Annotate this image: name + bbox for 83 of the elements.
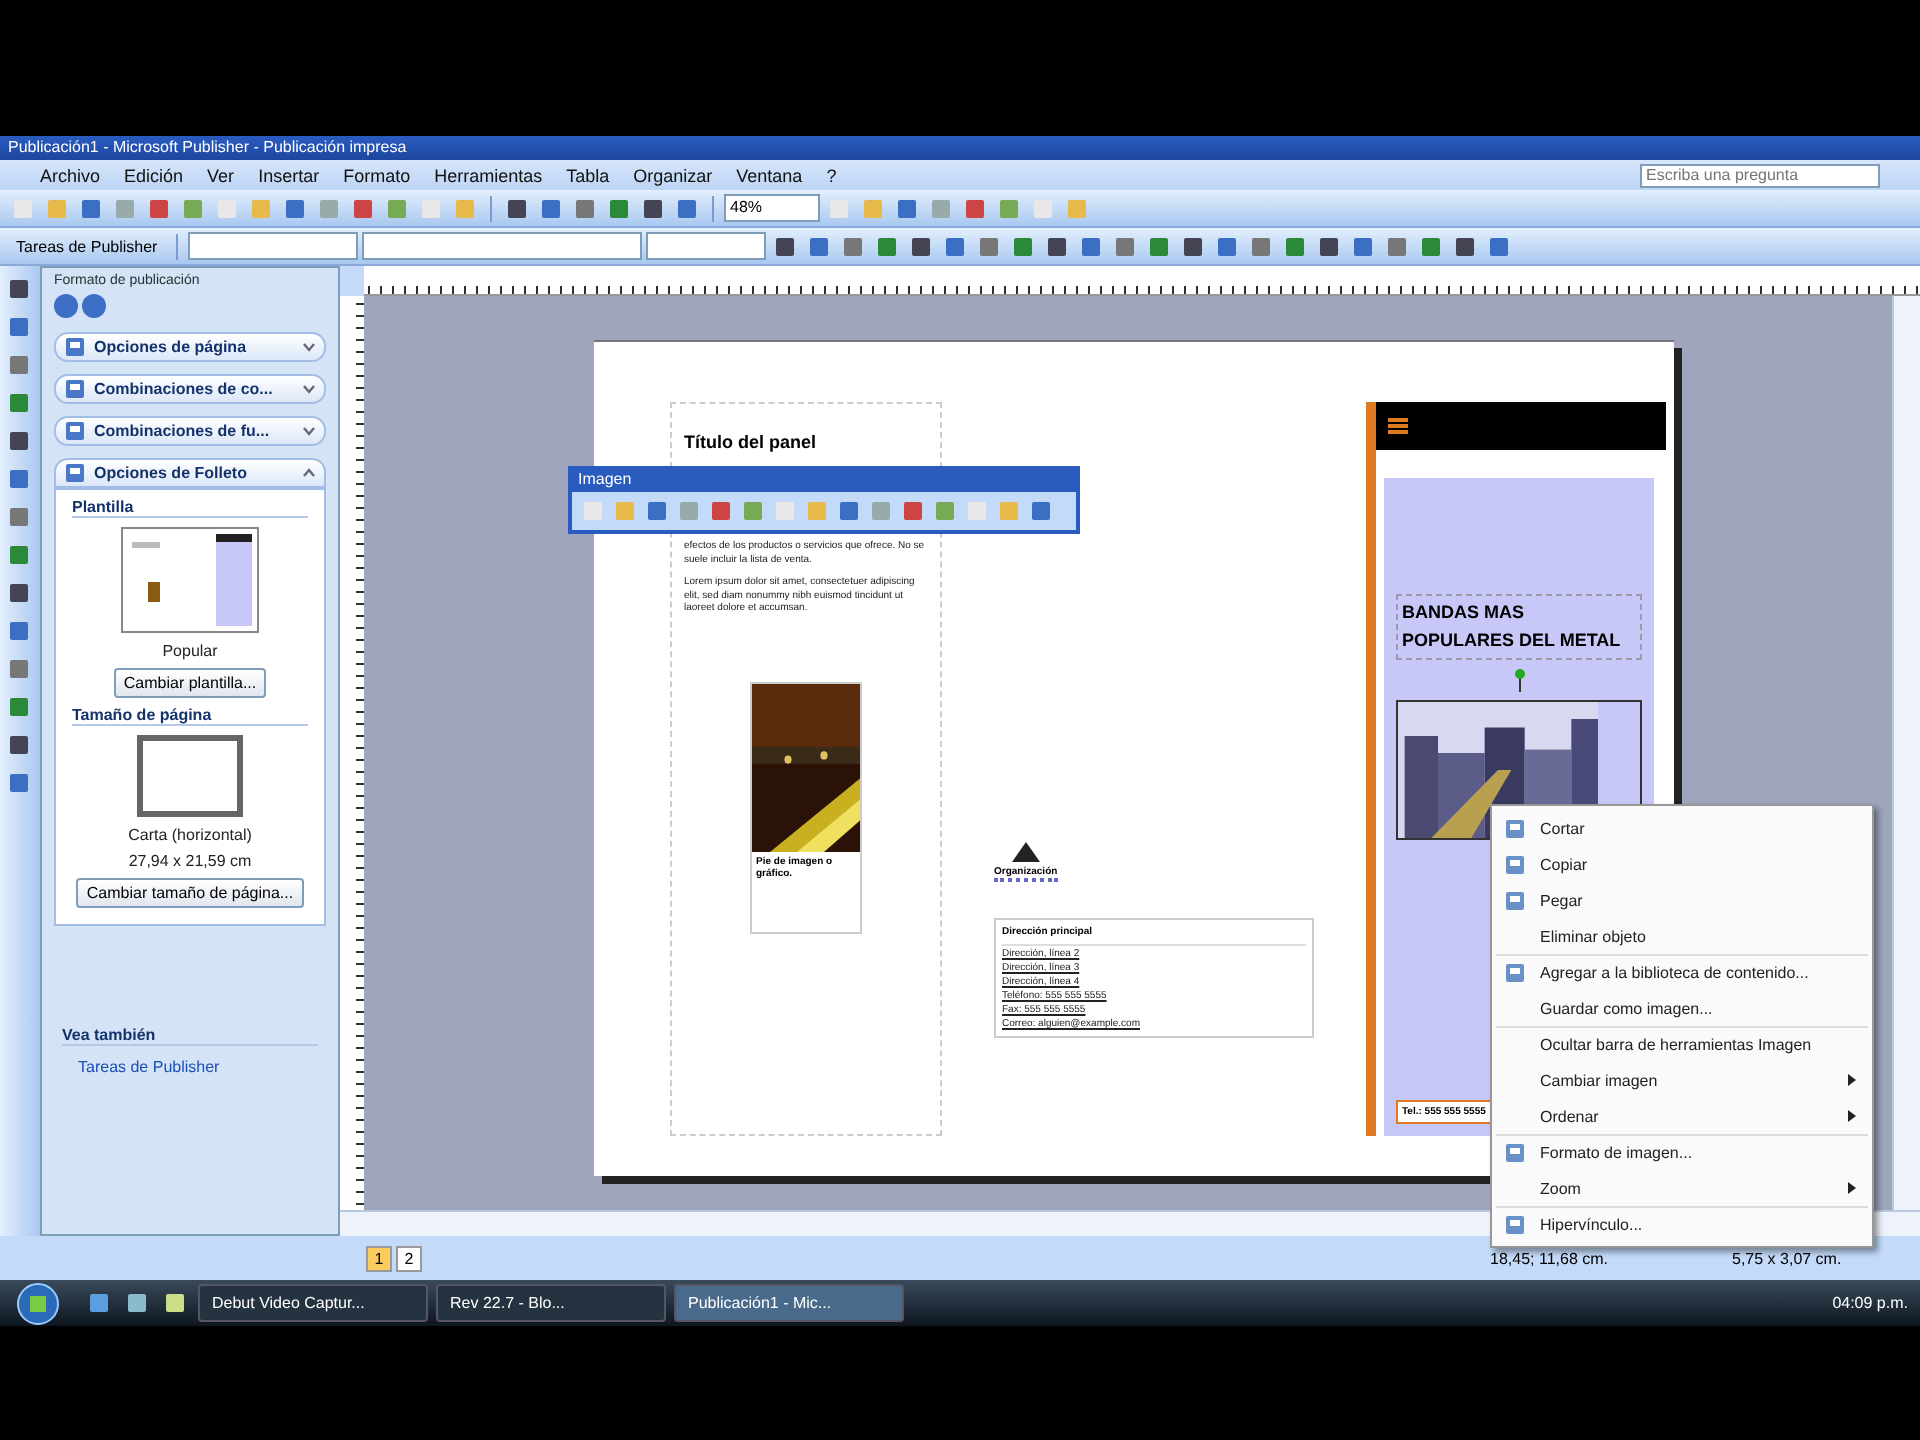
publisher-tasks-link[interactable]: Tareas de Publisher bbox=[78, 1058, 334, 1076]
position-status: 18,45; 11,68 cm. bbox=[1490, 1249, 1608, 1267]
menu-item[interactable]: Formato bbox=[343, 165, 411, 185]
context-menu-item[interactable]: Ordenar bbox=[1496, 1098, 1868, 1134]
menu-item[interactable]: Edición bbox=[124, 165, 184, 185]
section-heading: Tamaño de página bbox=[72, 706, 308, 726]
size-status: 5,75 x 3,07 cm. bbox=[1732, 1249, 1842, 1267]
forward-button[interactable] bbox=[82, 294, 106, 318]
menu-item-icon bbox=[1504, 817, 1526, 839]
chevron-icon bbox=[302, 384, 316, 394]
toolbar-button[interactable] bbox=[160, 1288, 190, 1318]
menu-item[interactable]: Tabla bbox=[566, 165, 610, 185]
menu-item[interactable]: Ventana bbox=[736, 165, 803, 185]
menu-item[interactable]: Herramientas bbox=[434, 165, 543, 185]
menu-item-icon bbox=[1504, 1214, 1526, 1236]
menu-item[interactable]: ? bbox=[826, 165, 837, 185]
template-thumbnail[interactable] bbox=[120, 526, 260, 634]
context-menu-item[interactable]: Agregar a la biblioteca de contenido... bbox=[1496, 954, 1868, 990]
task-pane-section[interactable]: Combinaciones de co... bbox=[54, 374, 326, 404]
change-page-size-button[interactable]: Cambiar tamaño de página... bbox=[76, 878, 304, 908]
menu-item-icon bbox=[1504, 962, 1526, 984]
menu-item-icon bbox=[1504, 853, 1526, 875]
chevron-icon bbox=[302, 342, 316, 352]
help-search-field[interactable]: Escriba una pregunta bbox=[1640, 163, 1880, 187]
toolbar-title: Imagen bbox=[578, 470, 632, 492]
context-menu-item[interactable]: Pegar bbox=[1496, 882, 1868, 918]
menu-item[interactable]: Insertar bbox=[258, 165, 320, 185]
context-menu-item[interactable]: Guardar como imagen... bbox=[1496, 990, 1868, 1026]
publisher-tasks-button[interactable]: Tareas de Publisher bbox=[8, 231, 166, 261]
change-template-button[interactable]: Cambiar plantilla... bbox=[113, 668, 267, 698]
panel-title: Título del panel bbox=[684, 432, 819, 452]
menu-item-icon bbox=[1504, 1142, 1526, 1164]
section-icon bbox=[64, 462, 86, 484]
toolbar-button[interactable] bbox=[4, 730, 34, 760]
window-title: Publicación1 - Microsoft Publisher - Publicación impresa bbox=[0, 136, 1920, 160]
toolbar-button[interactable] bbox=[122, 1288, 152, 1318]
toolbar-button[interactable] bbox=[84, 1288, 114, 1318]
context-menu-item[interactable]: Copiar bbox=[1496, 846, 1868, 882]
taskbar-task[interactable]: Publicación1 - Mic... bbox=[674, 1284, 904, 1322]
toolbar-button[interactable] bbox=[4, 274, 34, 304]
taskbar-task[interactable]: Rev 22.7 - Blo... bbox=[436, 1284, 666, 1322]
see-also-heading: Vea también bbox=[62, 1026, 318, 1046]
context-menu-item[interactable]: Zoom bbox=[1496, 1170, 1868, 1206]
rotate-handle[interactable] bbox=[1513, 668, 1525, 692]
font-size-field[interactable] bbox=[645, 232, 766, 260]
back-button[interactable] bbox=[54, 294, 78, 318]
chevron-icon bbox=[302, 426, 316, 436]
toolbar-button[interactable] bbox=[4, 578, 34, 608]
clock: 04:09 p.m. bbox=[1832, 1294, 1908, 1312]
menu-item-icon bbox=[1504, 889, 1526, 911]
zoom-field[interactable]: 48% bbox=[724, 194, 820, 222]
start-button[interactable] bbox=[12, 1281, 64, 1325]
task-pane-section[interactable]: Combinaciones de fu... bbox=[54, 416, 326, 446]
font-field[interactable] bbox=[361, 232, 642, 260]
chevron-icon bbox=[302, 468, 316, 478]
task-pane-section[interactable]: Opciones de página bbox=[54, 332, 326, 362]
page-tab[interactable]: 2 bbox=[396, 1245, 422, 1271]
taskbar-task[interactable]: Debut Video Captur... bbox=[198, 1284, 428, 1322]
page-size-value: 27,94 x 21,59 cm bbox=[128, 852, 252, 870]
logo-icon bbox=[1011, 842, 1040, 862]
menu-item[interactable]: Organizar bbox=[633, 165, 713, 185]
context-menu-item[interactable]: Cortar bbox=[1496, 810, 1868, 846]
style-field[interactable] bbox=[187, 232, 358, 260]
template-name: Popular bbox=[162, 642, 218, 660]
context-menu-item[interactable]: Ocultar barra de herramientas Imagen bbox=[1496, 1026, 1868, 1062]
section-icon bbox=[64, 336, 86, 358]
page-tab[interactable]: 1 bbox=[366, 1245, 392, 1271]
section-icon bbox=[64, 420, 86, 442]
context-menu-item[interactable]: Cambiar imagen bbox=[1496, 1062, 1868, 1098]
page-size-icon bbox=[136, 734, 244, 818]
context-menu-item[interactable]: Formato de imagen... bbox=[1496, 1134, 1868, 1170]
section-heading: Plantilla bbox=[72, 498, 308, 518]
section-icon bbox=[64, 378, 86, 400]
menu-item[interactable]: Ver bbox=[207, 165, 235, 185]
cover-title: BANDAS MAS POPULARES DEL METAL bbox=[1396, 594, 1642, 660]
task-pane-section[interactable]: Opciones de Folleto bbox=[54, 458, 326, 488]
menu-lines-icon bbox=[1388, 416, 1408, 436]
toolbar-button[interactable] bbox=[4, 426, 34, 456]
context-menu-item[interactable]: Hipervínculo... bbox=[1496, 1206, 1868, 1242]
context-menu-item[interactable]: Eliminar objeto bbox=[1496, 918, 1868, 954]
page-size-name: Carta (horizontal) bbox=[128, 826, 252, 844]
menu-item[interactable]: Archivo bbox=[40, 165, 101, 185]
vertical-scrollbar[interactable] bbox=[1892, 296, 1920, 1210]
